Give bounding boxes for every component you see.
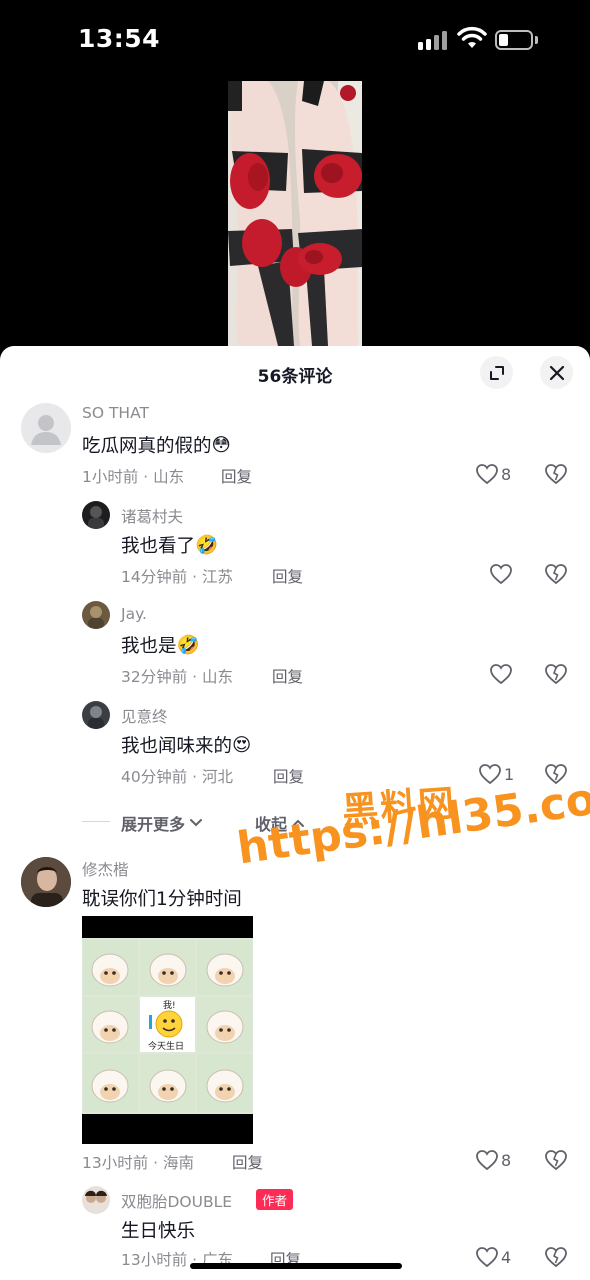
heart-icon xyxy=(479,764,501,785)
heart-icon xyxy=(490,664,512,685)
avatar[interactable] xyxy=(82,501,110,529)
sticker-label: 我! xyxy=(163,1001,176,1011)
comment-meta: 13小时前 · 海南 xyxy=(82,1154,195,1172)
heart-icon xyxy=(476,464,498,485)
default-avatar-icon xyxy=(31,415,61,445)
avatar-image-icon xyxy=(88,506,104,529)
reply-username[interactable]: 诸葛村夫 xyxy=(121,505,183,527)
avatar[interactable] xyxy=(21,857,71,907)
comment-text: 耽误你们1分钟时间 xyxy=(82,885,242,911)
broken-heart-icon xyxy=(545,664,567,685)
like-button[interactable]: 8 xyxy=(475,1149,511,1171)
dislike-button[interactable] xyxy=(544,563,568,589)
like-button[interactable] xyxy=(489,563,513,585)
avatar[interactable] xyxy=(82,601,110,629)
dislike-button[interactable] xyxy=(544,1149,568,1175)
avatar-image-icon xyxy=(85,1190,107,1203)
author-badge: 作者 xyxy=(256,1189,294,1210)
avatar-image-icon xyxy=(88,606,104,629)
reply-meta: 14分钟前 · 江苏 xyxy=(121,568,234,586)
reply-text: 生日快乐 xyxy=(121,1217,195,1243)
like-button[interactable] xyxy=(489,663,513,685)
battery-icon xyxy=(495,30,533,50)
comment-text-body: 耽误你们1分钟时间 xyxy=(82,889,242,910)
like-count: 1 xyxy=(504,764,515,784)
comment-username[interactable]: 修杰楷 xyxy=(82,858,129,880)
reply-text: 我也看了 🤣 xyxy=(121,532,218,558)
thread-divider xyxy=(82,821,110,822)
like-count: 4 xyxy=(501,1247,512,1267)
reply-meta: 40分钟前 · 河北 xyxy=(121,768,234,786)
like-button[interactable]: 1 xyxy=(478,763,514,785)
reply-text-body: 我也是 xyxy=(121,636,177,657)
avatar-image-icon xyxy=(88,706,104,729)
reply-button[interactable]: 回复 xyxy=(232,1151,263,1173)
broken-heart-icon xyxy=(545,464,567,485)
comment-sticker-image[interactable]: 我! 今天生日 xyxy=(82,916,253,1144)
expand-button[interactable] xyxy=(480,356,513,389)
status-time: 13:54 xyxy=(78,24,161,53)
reply-button[interactable]: 回复 xyxy=(221,465,252,487)
broken-heart-icon xyxy=(545,1247,567,1268)
broken-heart-icon xyxy=(545,1150,567,1171)
dislike-button[interactable] xyxy=(544,463,568,489)
reply-text-body: 我也看了 xyxy=(121,536,196,557)
reply-username[interactable]: Jay. xyxy=(121,605,147,623)
reply-button[interactable]: 回复 xyxy=(272,665,303,687)
chevron-down-icon xyxy=(190,819,203,827)
expand-replies-label: 展开更多 xyxy=(121,815,186,834)
video-player[interactable] xyxy=(0,80,590,346)
comment-text-body: 吃瓜网真的假的 xyxy=(82,436,212,457)
close-button[interactable] xyxy=(540,356,573,389)
reply-text: 我也是 🤣 xyxy=(121,632,200,658)
avatar[interactable] xyxy=(21,403,71,453)
home-indicator[interactable] xyxy=(190,1263,402,1269)
status-bar: 13:54 xyxy=(0,0,590,80)
reply-username[interactable]: 见意终 xyxy=(121,705,168,727)
rofl-emoji-icon: 🤣 xyxy=(176,635,200,656)
comment-text: 吃瓜网真的假的 😳 xyxy=(82,432,231,458)
close-icon xyxy=(549,365,564,380)
reply-text-body: 我也闻味来的 xyxy=(121,736,233,757)
reply-button[interactable]: 回复 xyxy=(273,765,304,787)
avatar-image-icon xyxy=(21,857,71,907)
dislike-button[interactable] xyxy=(544,663,568,689)
like-button[interactable]: 4 xyxy=(475,1246,511,1268)
heart-icon xyxy=(490,564,512,585)
dislike-button[interactable] xyxy=(544,1246,568,1272)
cellular-signal-icon xyxy=(418,30,450,50)
comment-sheet: 56条评论 SO THAT 吃瓜网真的假的 😳 1小时前 · 山东 回复 8 诸葛… xyxy=(0,346,590,1280)
flushed-emoji-icon: 😳 xyxy=(211,434,231,456)
avatar[interactable] xyxy=(82,701,110,729)
comment-meta: 1小时前 · 山东 xyxy=(82,468,185,486)
expand-icon xyxy=(489,365,504,380)
reply-text-body: 生日快乐 xyxy=(121,1221,196,1242)
wifi-icon xyxy=(457,26,487,48)
reply-button[interactable]: 回复 xyxy=(272,565,303,587)
reply-meta: 32分钟前 · 山东 xyxy=(121,668,234,686)
sticker-label: 今天生日 xyxy=(148,1042,185,1052)
reply-username[interactable]: 双胞胎DOUBLE xyxy=(121,1190,232,1212)
heart-icon xyxy=(476,1150,498,1171)
like-button[interactable]: 8 xyxy=(475,463,511,485)
reply-text: 我也闻味来的 😍 xyxy=(121,732,251,758)
comment-username[interactable]: SO THAT xyxy=(82,404,149,422)
like-count: 8 xyxy=(501,1150,512,1170)
heart-icon xyxy=(476,1247,498,1268)
expand-replies-button[interactable]: 展开更多 xyxy=(121,811,204,835)
like-count: 8 xyxy=(501,464,512,484)
video-thumbnail[interactable] xyxy=(228,81,362,346)
avatar[interactable] xyxy=(82,1186,110,1214)
heart-eyes-emoji-icon: 😍 xyxy=(232,734,252,756)
broken-heart-icon xyxy=(545,564,567,585)
rofl-emoji-icon: 🤣 xyxy=(195,535,219,556)
